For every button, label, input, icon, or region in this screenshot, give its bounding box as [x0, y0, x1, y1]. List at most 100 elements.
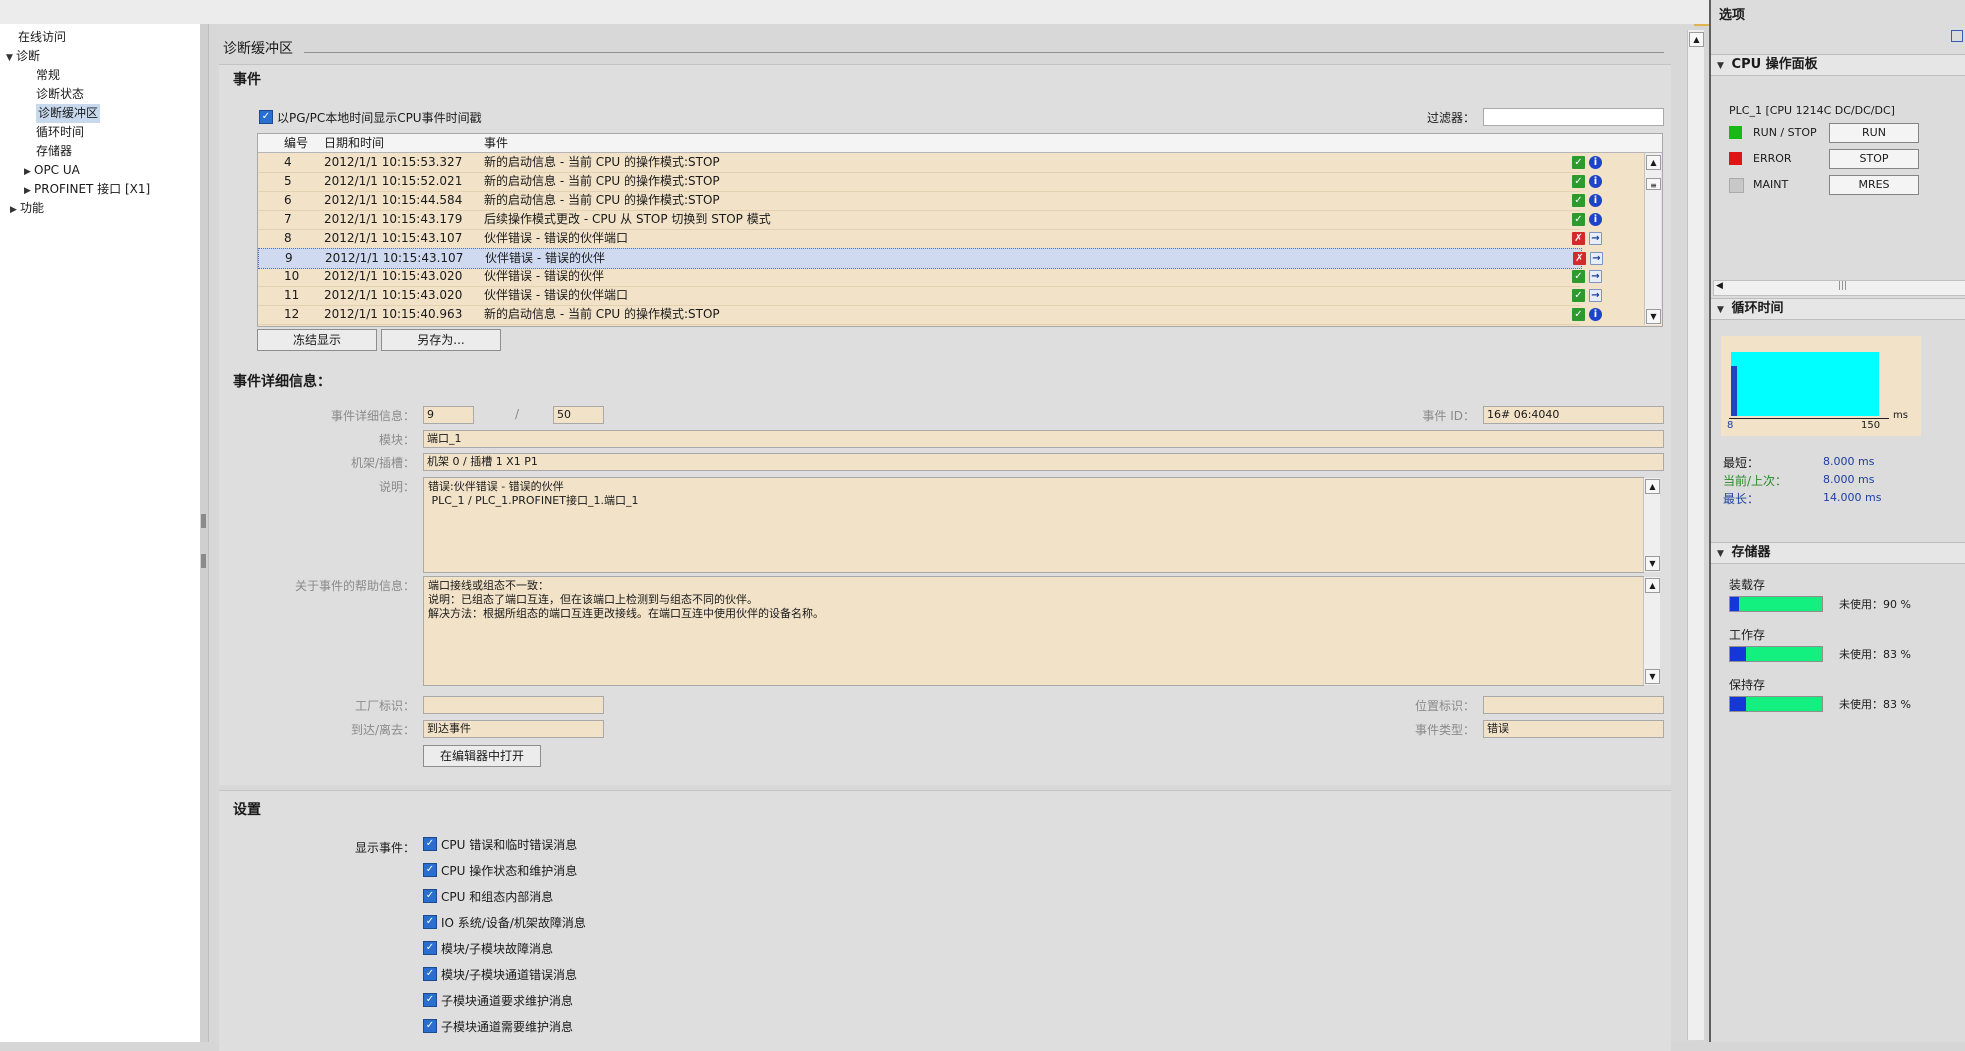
- table-row[interactable]: 5 2012/1/1 10:15:52.021 新的启动信息 - 当前 CPU 的操…: [258, 172, 1602, 192]
- memory-bar: [1729, 646, 1823, 662]
- tree-profinet[interactable]: ▶ PROFINET 接口 [X1]: [24, 180, 150, 199]
- events-title: 事件: [233, 72, 261, 88]
- filter-label: 过滤器：: [1427, 111, 1476, 125]
- row-time: 2012/1/1 10:15:44.584: [324, 193, 463, 207]
- row-no: 11: [284, 288, 300, 302]
- row-event: 后续操作模式更改 - CPU 从 STOP 切换到 STOP 模式: [484, 212, 771, 226]
- help-scrollbar[interactable]: ▲ ▼: [1643, 577, 1660, 685]
- table-row[interactable]: 4 2012/1/1 10:15:53.327 新的启动信息 - 当前 CPU 的操…: [258, 153, 1602, 173]
- type-label: 事件类型：: [1414, 723, 1475, 737]
- arrow-event-icon: →: [1589, 289, 1602, 302]
- plant-field: [423, 696, 604, 714]
- chevron-down-icon[interactable]: ▼: [6, 49, 16, 68]
- ok-status-icon: ✓: [1572, 289, 1585, 302]
- error-status-icon: ✗: [1573, 252, 1586, 265]
- table-row[interactable]: 10 2012/1/1 10:15:43.020 伙伴错误 - 错误的伙伴 ✓ →: [258, 267, 1602, 287]
- event-option-label: IO 系统/设备/机架故障消息: [441, 916, 586, 930]
- col-datetime[interactable]: 日期和时间: [324, 134, 384, 152]
- tree-general[interactable]: 常规: [36, 66, 60, 85]
- panel-splitter[interactable]: [200, 24, 209, 1042]
- row-no: 5: [284, 174, 292, 188]
- col-event[interactable]: 事件: [484, 134, 508, 152]
- table-row[interactable]: 6 2012/1/1 10:15:44.584 新的启动信息 - 当前 CPU 的操…: [258, 191, 1602, 211]
- scroll-left-icon[interactable]: ◀: [1716, 281, 1723, 291]
- open-editor-button[interactable]: 在编辑器中打开: [423, 745, 541, 767]
- main-scrollbar[interactable]: ▲: [1687, 30, 1704, 1040]
- tree-functions[interactable]: ▶ 功能: [10, 199, 44, 218]
- chevron-down-icon[interactable]: ▼: [1717, 56, 1727, 76]
- scroll-thumb[interactable]: |||: [1838, 281, 1847, 291]
- scroll-up-icon[interactable]: ▲: [1689, 32, 1704, 47]
- stop-button[interactable]: STOP: [1829, 149, 1919, 169]
- tree-diag-buffer[interactable]: 诊断缓冲区: [36, 104, 101, 123]
- scroll-down-icon[interactable]: ▼: [1645, 669, 1660, 684]
- table-scrollbar[interactable]: ▲ ≡ ▼: [1644, 153, 1661, 325]
- tree-diagnostics[interactable]: ▼ 诊断: [6, 47, 40, 66]
- row-time: 2012/1/1 10:15:43.020: [324, 288, 463, 302]
- desc-scrollbar[interactable]: ▲ ▼: [1643, 478, 1660, 572]
- cycle-header[interactable]: ▼ 循环时间: [1711, 298, 1965, 320]
- table-row[interactable]: 7 2012/1/1 10:15:43.179 后续操作模式更改 - CPU 从 S…: [258, 210, 1602, 230]
- row-event: 新的启动信息 - 当前 CPU 的操作模式:STOP: [484, 155, 720, 169]
- event-option-checkbox[interactable]: ✓: [423, 941, 437, 955]
- event-option-checkbox[interactable]: ✓: [423, 1019, 437, 1033]
- event-option-checkbox[interactable]: ✓: [423, 915, 437, 929]
- scroll-up-icon[interactable]: ▲: [1646, 155, 1661, 170]
- local-time-checkbox[interactable]: ✓: [259, 110, 273, 124]
- run-button[interactable]: RUN: [1829, 123, 1919, 143]
- col-no[interactable]: 编号: [284, 134, 308, 152]
- events-table: 编号 日期和时间 事件 4 2012/1/1 10:15:53.327 新的启动信息…: [257, 133, 1663, 327]
- tree-opc-ua-label: OPC UA: [34, 163, 80, 177]
- chevron-down-icon[interactable]: ▼: [1717, 300, 1727, 320]
- cycle-bar: [1731, 352, 1879, 416]
- splitter-grip[interactable]: [201, 514, 206, 528]
- table-row[interactable]: 12 2012/1/1 10:15:40.963 新的启动信息 - 当前 CPU 的…: [258, 305, 1602, 325]
- table-row[interactable]: 11 2012/1/1 10:15:43.020 伙伴错误 - 错误的伙伴端口 ✓ →: [258, 286, 1602, 306]
- help-field: 端口接线或组态不一致： 说明：已组态了端口互连，但在该端口上检测到与组态不同的伙…: [423, 576, 1644, 686]
- cpu-panel-header[interactable]: ▼ CPU 操作面板: [1711, 54, 1965, 76]
- help-label: 关于事件的帮助信息：: [294, 579, 415, 593]
- freeze-button[interactable]: 冻结显示: [257, 329, 377, 351]
- scroll-up-icon[interactable]: ▲: [1645, 578, 1660, 593]
- memory-free-label: 未使用：83 %: [1839, 648, 1911, 661]
- filter-input[interactable]: [1483, 108, 1664, 126]
- splitter-grip[interactable]: [201, 554, 206, 568]
- info-icon: i: [1589, 308, 1602, 321]
- module-field: 端口_1: [423, 430, 1664, 448]
- tree-profinet-label: PROFINET 接口 [X1]: [34, 182, 151, 196]
- ok-status-icon: ✓: [1572, 156, 1585, 169]
- row-time: 2012/1/1 10:15:43.107: [325, 251, 464, 265]
- row-no: 4: [284, 155, 292, 169]
- plant-label: 工厂标识：: [354, 699, 415, 713]
- event-option-checkbox[interactable]: ✓: [423, 863, 437, 877]
- mres-button[interactable]: MRES: [1829, 175, 1919, 195]
- scroll-down-icon[interactable]: ▼: [1645, 556, 1660, 571]
- maximize-icon[interactable]: [1951, 30, 1963, 42]
- desc-label: 说明：: [378, 480, 415, 494]
- scroll-down-icon[interactable]: ▼: [1646, 309, 1661, 324]
- tree-online-access[interactable]: 在线访问: [18, 28, 66, 47]
- event-option-checkbox[interactable]: ✓: [423, 993, 437, 1007]
- tree-cycle-time[interactable]: 循环时间: [36, 123, 84, 142]
- row-time: 2012/1/1 10:15:43.107: [324, 231, 463, 245]
- scroll-up-icon[interactable]: ▲: [1645, 479, 1660, 494]
- event-option-label: CPU 和组态内部消息: [441, 890, 554, 904]
- memory-header[interactable]: ▼ 存储器: [1711, 542, 1965, 564]
- table-row[interactable]: 8 2012/1/1 10:15:43.107 伙伴错误 - 错误的伙伴端口 ✗ →: [258, 229, 1602, 249]
- event-option-checkbox[interactable]: ✓: [423, 837, 437, 851]
- detail-info-label: 事件详细信息：: [330, 409, 415, 423]
- chevron-right-icon[interactable]: ▶: [10, 201, 20, 220]
- ok-status-icon: ✓: [1572, 213, 1585, 226]
- module-label: 模块：: [378, 433, 415, 447]
- save-as-button[interactable]: 另存为...: [381, 329, 501, 351]
- table-row[interactable]: 9 2012/1/1 10:15:43.107 伙伴错误 - 错误的伙伴 ✗ →: [258, 248, 1603, 269]
- row-time: 2012/1/1 10:15:52.021: [324, 174, 463, 188]
- tree-diag-status[interactable]: 诊断状态: [36, 85, 84, 104]
- event-option-checkbox[interactable]: ✓: [423, 967, 437, 981]
- cpu-panel-hscroll[interactable]: ◀ |||: [1713, 280, 1965, 296]
- scroll-thumb[interactable]: ≡: [1646, 178, 1661, 190]
- event-option-checkbox[interactable]: ✓: [423, 889, 437, 903]
- tree-memory[interactable]: 存储器: [36, 142, 72, 161]
- tree-opc-ua[interactable]: ▶ OPC UA: [24, 161, 80, 180]
- chevron-down-icon[interactable]: ▼: [1717, 544, 1727, 564]
